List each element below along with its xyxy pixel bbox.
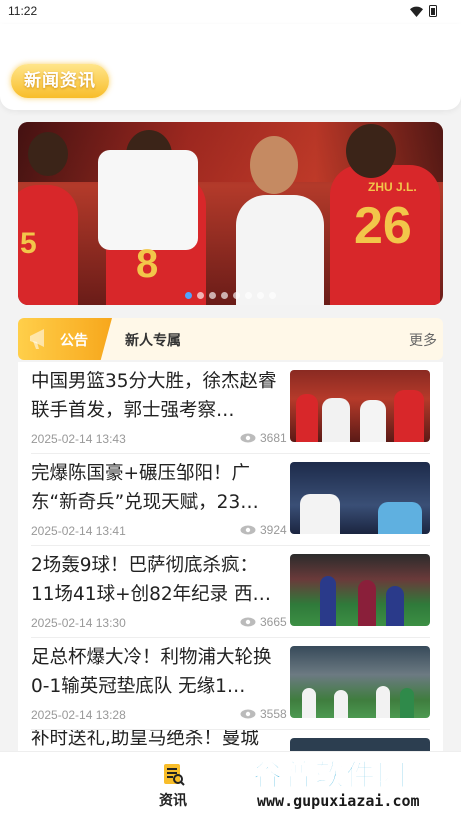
news-item[interactable]: 完爆陈国豪+碾压邹阳！广东“新奇兵”兑现天赋，23… 2025-02-14 13… [18,454,443,546]
banner-coach [236,195,324,305]
banner-jersey-number-right: 26 [354,197,412,255]
news-date: 2025-02-14 13:28 [31,708,126,722]
carousel-dot[interactable] [245,292,252,299]
news-thumbnail[interactable] [290,554,430,626]
notice-bar[interactable]: 公告 新人专属 更多 [18,318,443,360]
thumb-figure [358,580,376,626]
tab-news-label: 资讯 [159,793,187,809]
carousel-dot[interactable] [233,292,240,299]
news-views: 3681 [240,431,287,445]
news-date: 2025-02-14 13:30 [31,616,126,630]
banner-jersey-name: ZHU J.L. [368,180,417,194]
banner-coach-head [250,136,298,194]
banner-player-left-head [28,132,68,176]
news-item[interactable]: 足总杯爆大冷！利物浦大轮换0-1输英冠垫底队 无缘1… 2025-02-14 1… [18,638,443,730]
status-bar: 11:22 [0,0,461,24]
news-item[interactable]: 2场轰9球！巴萨彻底杀疯：11场41球+创82年纪录 西… 2025-02-14… [18,546,443,638]
news-views: 3924 [240,523,287,537]
watermark-url: www.gupuxiazai.com [257,792,420,810]
news-thumbnail[interactable] [290,738,430,752]
news-views: 3665 [240,615,287,629]
news-title[interactable]: 2场轰9球！巴萨彻底杀疯：11场41球+创82年纪录 西… [31,551,281,609]
carousel-dot[interactable] [209,292,216,299]
news-date: 2025-02-14 13:41 [31,524,126,538]
thumb-figure [322,398,350,442]
thumb-figure [320,576,336,626]
carousel-dot[interactable] [197,292,204,299]
banner-player-right-head [346,124,396,178]
carousel-dot[interactable] [269,292,276,299]
news-item[interactable]: 中国男篮35分大胜，徐杰赵睿联手首发，郭士强考察… 2025-02-14 13:… [18,362,443,454]
eye-icon [240,525,256,535]
thumb-figure [376,686,390,718]
thumb-figure [386,586,404,626]
tab-news[interactable]: 资讯 [113,762,233,810]
thumb-figure [400,688,414,718]
news-thumbnail[interactable] [290,370,430,442]
news-title[interactable]: 足总杯爆大冷！利物浦大轮换0-1输英冠垫底队 无缘1… [31,643,281,701]
news-thumbnail[interactable] [290,646,430,718]
banner-carousel[interactable]: 5 8 ZHU J.L. 26 [18,122,443,305]
thumb-figure [394,390,424,442]
eye-icon [240,709,256,719]
notice-more-link[interactable]: 更多 [409,330,437,350]
megaphone-icon [30,329,44,349]
header: 新闻资讯 [0,24,461,110]
news-views-count: 3924 [260,523,287,537]
carousel-dots [18,292,443,299]
news-icon [164,764,185,786]
eye-icon [240,617,256,627]
carousel-dot[interactable] [221,292,228,299]
notice-tag-label: 公告 [60,333,88,349]
news-thumbnail[interactable] [290,462,430,534]
watermark-title: 谷普软件园 [252,758,409,793]
watermark: 谷普软件园 www.gupuxiazai.com [252,752,457,816]
news-list: 中国男篮35分大胜，徐杰赵睿联手首发，郭士强考察… 2025-02-14 13:… [18,362,443,752]
news-views-count: 3558 [260,707,287,721]
thumb-figure [360,400,386,442]
carousel-dot[interactable] [257,292,264,299]
carousel-dot[interactable] [185,292,192,299]
thumb-figure [296,394,318,442]
news-title[interactable]: 中国男篮35分大胜，徐杰赵睿联手首发，郭士强考察… [31,367,281,425]
status-icons [410,5,437,17]
wifi-icon [410,6,423,17]
news-date: 2025-02-14 13:43 [31,432,126,446]
thumb-figure [302,688,316,718]
news-title[interactable]: 补时送礼,助皇马绝杀！曼城 [31,730,276,752]
page-title: 新闻资讯 [11,64,109,98]
news-views: 3558 [240,707,287,721]
thumb-figure [300,494,340,534]
status-time: 11:22 [8,4,38,18]
notice-text[interactable]: 新人专属 [125,330,181,350]
banner-jersey-number-mid: 8 [136,242,159,286]
thumb-figure [334,690,348,718]
news-item[interactable]: 补时送礼,助皇马绝杀！曼城 [18,730,443,752]
banner-towel [98,150,198,250]
news-views-count: 3681 [260,431,287,445]
thumb-figure [378,502,422,534]
banner-jersey-number-left: 5 [20,227,37,260]
news-views-count: 3665 [260,615,287,629]
eye-icon [240,433,256,443]
battery-icon [429,5,437,17]
news-title[interactable]: 完爆陈国豪+碾压邹阳！广东“新奇兵”兑现天赋，23… [31,459,281,517]
